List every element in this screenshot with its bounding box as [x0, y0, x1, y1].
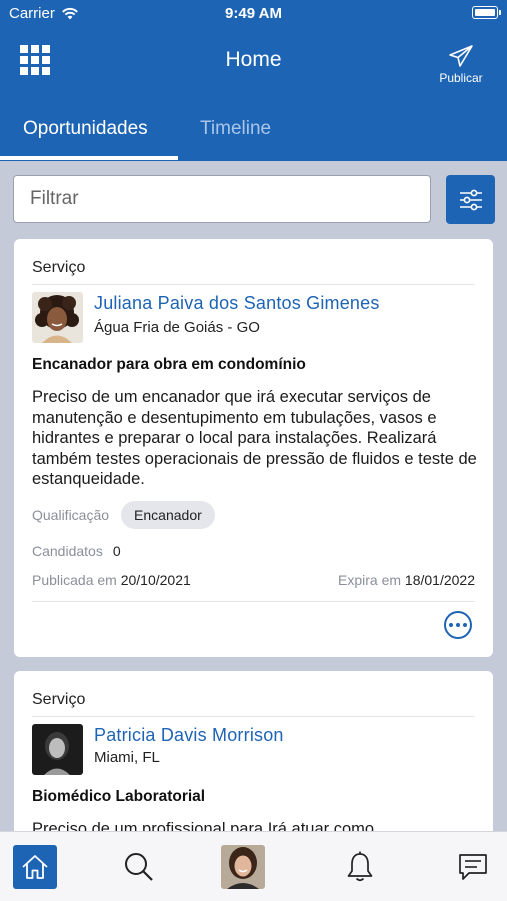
tab-oportunidades[interactable]: Oportunidades — [23, 118, 148, 140]
tab-bar: Oportunidades Timeline — [0, 110, 507, 161]
author-name[interactable]: Juliana Paiva dos Santos Gimenes — [94, 293, 380, 314]
bell-icon — [347, 851, 373, 882]
status-bar: Carrier 9:49 AM — [0, 0, 507, 26]
filter-settings-button[interactable] — [446, 175, 495, 224]
job-title: Biomédico Laboratorial — [32, 788, 206, 805]
app-header: Carrier 9:49 AM Home Publicar Oportunida… — [0, 0, 507, 161]
candidates-count: 0 — [112, 543, 121, 559]
opportunity-card[interactable]: Serviço Juliana Paiva dos Santos Gimenes… — [14, 239, 493, 657]
filter-input[interactable] — [13, 175, 431, 223]
divider — [32, 716, 475, 717]
search-icon — [125, 853, 153, 881]
published-date: 20/10/2021 — [120, 572, 191, 588]
qualification-chip: Encanador — [121, 501, 215, 529]
publish-button[interactable]: Publicar — [431, 44, 491, 85]
divider — [32, 284, 475, 285]
chat-icon — [459, 854, 487, 880]
nav-search-button[interactable] — [117, 845, 161, 889]
battery-icon — [472, 6, 501, 19]
avatar[interactable] — [32, 724, 83, 775]
nav-messages-button[interactable] — [451, 845, 495, 889]
job-description: Preciso de um encanador que irá executar… — [32, 388, 477, 488]
expires-date: 18/01/2022 — [404, 572, 475, 588]
avatar[interactable] — [32, 292, 83, 343]
status-time: 9:49 AM — [225, 5, 282, 22]
nav-notifications-button[interactable] — [338, 845, 382, 889]
nav-home-button[interactable] — [13, 845, 57, 889]
send-icon — [449, 45, 473, 67]
expires-label: Expira em — [338, 572, 402, 588]
author-location: Miami, FL — [94, 749, 160, 766]
card-category: Serviço — [32, 259, 86, 276]
published-label: Publicada em — [32, 572, 117, 588]
qualification-label: Qualificação — [32, 507, 110, 523]
opportunity-card[interactable]: Serviço Patricia Davis Morrison Miami, F… — [14, 671, 493, 841]
profile-avatar — [221, 845, 265, 889]
card-category: Serviço — [32, 691, 86, 708]
nav-profile-button[interactable] — [221, 845, 265, 889]
author-name[interactable]: Patricia Davis Morrison — [94, 725, 284, 746]
publish-label: Publicar — [439, 71, 483, 85]
more-options-button[interactable] — [444, 611, 472, 639]
tab-timeline[interactable]: Timeline — [200, 118, 271, 140]
active-tab-indicator — [0, 156, 178, 160]
author-location: Água Fria de Goiás - GO — [94, 319, 260, 336]
home-icon — [22, 855, 48, 879]
bottom-navigation — [0, 831, 507, 901]
sliders-icon — [459, 189, 482, 210]
divider — [32, 601, 475, 602]
candidates-label: Candidatos — [32, 543, 103, 559]
job-title: Encanador para obra em condomínio — [32, 356, 306, 373]
